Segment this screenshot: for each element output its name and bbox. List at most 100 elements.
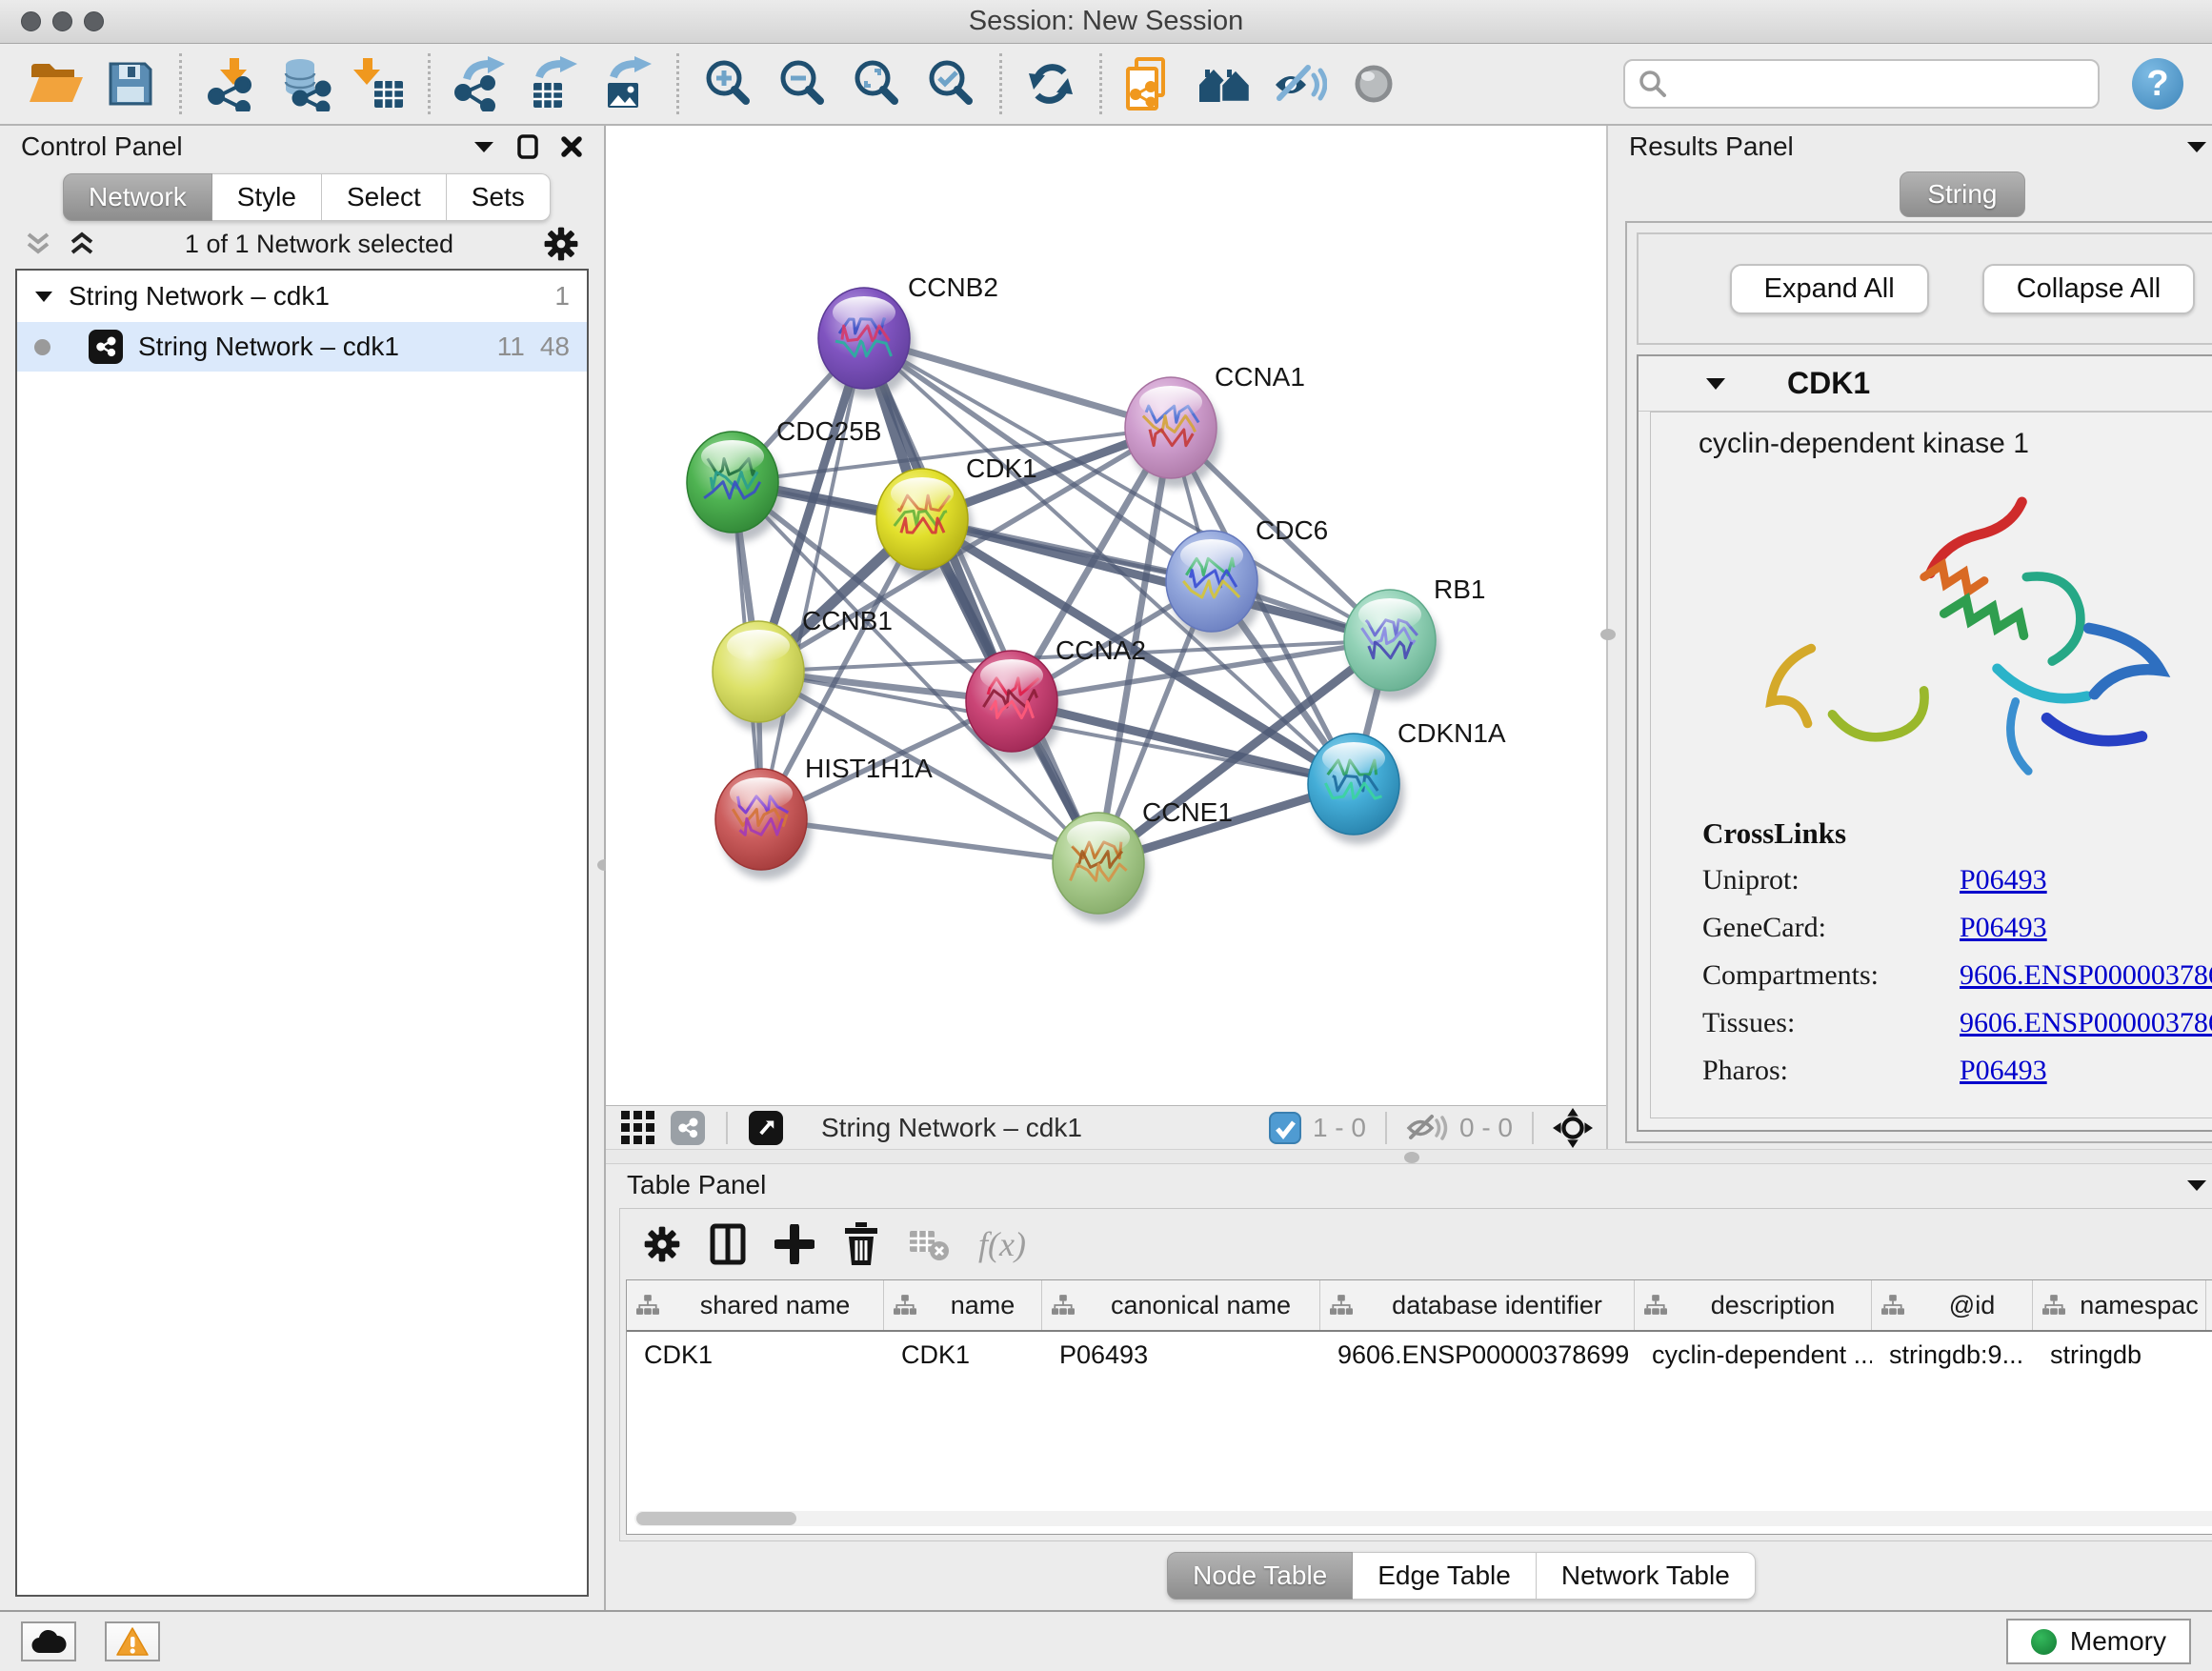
- tab-network-table[interactable]: Network Table: [1537, 1552, 1756, 1600]
- crosslink-link[interactable]: 9606.ENSP00000378699: [1960, 959, 2212, 992]
- selected-nodes-checkbox-icon[interactable]: [1269, 1112, 1301, 1144]
- table-row[interactable]: CDK1CDK1P064939606.ENSP00000378699cyclin…: [627, 1332, 2212, 1378]
- table-cell[interactable]: P06493: [1042, 1332, 1320, 1378]
- table-cell[interactable]: stringdb: [2033, 1332, 2206, 1378]
- show-columns-icon[interactable]: [710, 1223, 746, 1265]
- entry-collapse-caret-icon[interactable]: [1705, 376, 1726, 391]
- tab-network[interactable]: Network: [63, 173, 212, 221]
- network-row[interactable]: String Network – cdk1 11 48: [17, 322, 587, 372]
- zoom-out-button[interactable]: [765, 50, 839, 118]
- panel-menu-caret-icon[interactable]: [473, 139, 495, 154]
- expand-all-button[interactable]: Expand All: [1730, 264, 1929, 314]
- tab-edge-table[interactable]: Edge Table: [1353, 1552, 1537, 1600]
- panel-menu-caret-icon[interactable]: [2185, 1178, 2208, 1193]
- crosslink-link[interactable]: P06493: [1960, 864, 2047, 896]
- vertical-splitter-handle[interactable]: [1600, 629, 1616, 640]
- panel-close-icon[interactable]: [560, 135, 583, 158]
- tab-node-table[interactable]: Node Table: [1167, 1552, 1353, 1600]
- edge-CCNB2-HIST1H1A[interactable]: [761, 338, 864, 819]
- tree-expand-caret-icon[interactable]: [34, 290, 53, 303]
- panel-float-icon[interactable]: [516, 133, 539, 160]
- function-builder-button[interactable]: f(x): [978, 1224, 1026, 1264]
- collapse-all-chevron-icon[interactable]: [69, 232, 95, 256]
- tab-style[interactable]: Style: [212, 173, 322, 221]
- zoom-in-button[interactable]: [691, 50, 765, 118]
- node-CDKN1A[interactable]: [1308, 734, 1404, 844]
- table-options-gear-icon[interactable]: [643, 1225, 681, 1263]
- table-cell[interactable]: CDK1: [627, 1332, 884, 1378]
- hidden-elements-eye-icon[interactable]: [1406, 1112, 1448, 1144]
- warnings-button[interactable]: [105, 1621, 160, 1661]
- open-session-button[interactable]: [19, 50, 93, 118]
- expand-all-chevron-icon[interactable]: [25, 232, 51, 256]
- pan-crosshair-icon[interactable]: [1553, 1108, 1593, 1148]
- network-thumbnail-icon[interactable]: [671, 1111, 705, 1145]
- column-header-shared-name[interactable]: shared name: [627, 1280, 884, 1330]
- table-horizontal-scrollbar[interactable]: [634, 1511, 2212, 1526]
- table-cell[interactable]: stringdb:9...: [1872, 1332, 2033, 1378]
- delete-column-icon[interactable]: [843, 1222, 879, 1266]
- network-graph[interactable]: CCNB2CCNA1CDC25BCDK1CDC6RB1CCNB1CCNA2CDK…: [606, 126, 1608, 1105]
- horizontal-splitter-handle[interactable]: [1404, 1152, 1419, 1163]
- tab-select[interactable]: Select: [322, 173, 447, 221]
- import-table-from-file-button[interactable]: [342, 50, 416, 118]
- column-header--id[interactable]: @id: [1872, 1280, 2033, 1330]
- import-network-from-file-button[interactable]: [193, 50, 268, 118]
- column-header-canonical-name[interactable]: canonical name: [1042, 1280, 1320, 1330]
- hide-selected-button[interactable]: [1262, 50, 1337, 118]
- table-cell[interactable]: CDK1: [884, 1332, 1042, 1378]
- network-canvas[interactable]: CCNB2CCNA1CDC25BCDK1CDC6RB1CCNB1CCNA2CDK…: [606, 126, 1606, 1105]
- edge-HIST1H1A-CCNE1[interactable]: [761, 819, 1098, 863]
- scrollbar-thumb[interactable]: [636, 1512, 796, 1525]
- node-label-HIST1H1A: HIST1H1A: [805, 754, 933, 783]
- horizontal-splitter[interactable]: [606, 1149, 2212, 1164]
- export-image-button[interactable]: [591, 50, 665, 118]
- grid-view-icon[interactable]: [619, 1109, 657, 1147]
- node-CDK1[interactable]: [876, 469, 973, 579]
- delete-table-icon[interactable]: [908, 1227, 950, 1261]
- column-header-name[interactable]: name: [884, 1280, 1042, 1330]
- import-network-from-database-button[interactable]: [268, 50, 342, 118]
- node-CCNE1[interactable]: [1053, 813, 1149, 923]
- node-CCNB2[interactable]: [818, 288, 915, 398]
- search-input[interactable]: [1677, 70, 2084, 99]
- add-column-icon[interactable]: [774, 1224, 814, 1264]
- node-RB1[interactable]: [1344, 590, 1440, 700]
- help-button[interactable]: ?: [2132, 58, 2183, 110]
- memory-button[interactable]: Memory: [2006, 1619, 2191, 1664]
- tab-string[interactable]: String: [1900, 171, 2024, 217]
- table-cell[interactable]: 9606.ENSP00000378699: [1320, 1332, 1635, 1378]
- crosslink-link[interactable]: P06493: [1960, 1055, 2047, 1087]
- new-network-from-selection-button[interactable]: [1114, 50, 1188, 118]
- node-table[interactable]: shared namenamecanonical namedatabase id…: [626, 1279, 2212, 1535]
- export-network-button[interactable]: [442, 50, 516, 118]
- search-box[interactable]: [1623, 59, 2100, 109]
- network-collection-row[interactable]: String Network – cdk1 1: [17, 271, 587, 322]
- cloud-button[interactable]: [21, 1621, 76, 1661]
- refresh-button[interactable]: [1014, 50, 1088, 118]
- crosslink-link[interactable]: P06493: [1960, 912, 2047, 944]
- show-all-button[interactable]: [1337, 50, 1411, 118]
- node-HIST1H1A[interactable]: [715, 769, 812, 879]
- column-header-database-identifier[interactable]: database identifier: [1320, 1280, 1635, 1330]
- node-label-CDC6: CDC6: [1256, 515, 1328, 545]
- gene-entry-header[interactable]: CDK1: [1639, 356, 2212, 412]
- network-options-gear-icon[interactable]: [543, 226, 579, 262]
- first-neighbors-button[interactable]: [1188, 50, 1262, 118]
- node-CDC25B[interactable]: [687, 432, 783, 542]
- tab-sets[interactable]: Sets: [447, 173, 551, 221]
- table-cell[interactable]: cyclin-dependent ...: [1635, 1332, 1872, 1378]
- panel-menu-caret-icon[interactable]: [2185, 139, 2208, 154]
- export-table-button[interactable]: [516, 50, 591, 118]
- zoom-fit-button[interactable]: [839, 50, 914, 118]
- column-header-description[interactable]: description: [1635, 1280, 1872, 1330]
- collapse-all-button[interactable]: Collapse All: [1982, 264, 2196, 314]
- protein-structure-image: [1724, 473, 2201, 805]
- node-CCNA2[interactable]: [966, 651, 1062, 761]
- zoom-selected-button[interactable]: [914, 50, 988, 118]
- save-session-button[interactable]: [93, 50, 168, 118]
- node-CCNA1[interactable]: [1125, 377, 1221, 488]
- crosslink-link[interactable]: 9606.ENSP00000378699: [1960, 1007, 2212, 1039]
- birds-eye-view-icon[interactable]: [749, 1111, 783, 1145]
- column-header-namespac[interactable]: namespac: [2033, 1280, 2206, 1330]
